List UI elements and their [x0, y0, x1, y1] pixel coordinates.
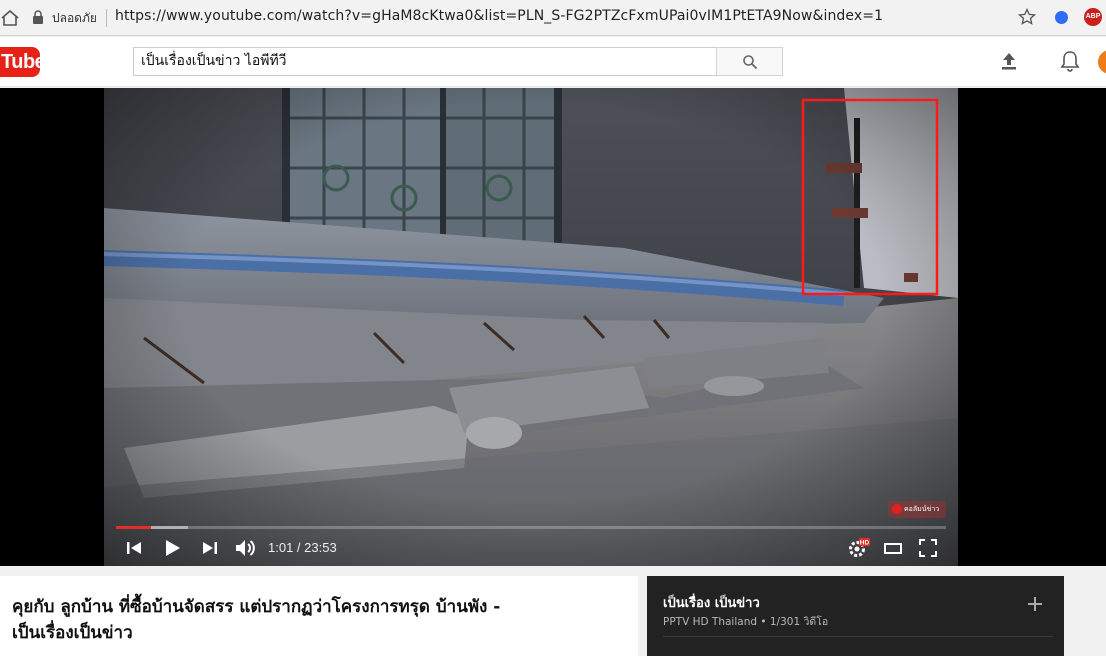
extension-icon[interactable] — [1055, 11, 1068, 24]
progress-bar[interactable] — [116, 526, 946, 529]
progress-played — [116, 526, 152, 529]
hd-badge: HD — [860, 540, 870, 547]
upload-icon[interactable] — [998, 50, 1020, 72]
playlist-divider — [663, 636, 1053, 637]
time-display: 1:01 / 23:53 — [268, 540, 337, 555]
previous-button[interactable] — [124, 536, 144, 560]
search-input[interactable]: เป็นเรื่องเป็นข่าว ไอพีทีวี — [133, 47, 717, 76]
browser-address-bar: ปลอดภัย https://www.youtube.com/watch?v=… — [0, 0, 1106, 36]
video-player: คอลัมน์ข่าว 1:01 / 23:53 HD — [0, 88, 1106, 566]
next-button[interactable] — [200, 536, 220, 560]
settings-gear-icon[interactable]: HD — [846, 536, 870, 560]
playlist-title[interactable]: เป็นเรื่อง เป็นข่าว — [663, 592, 760, 613]
youtube-logo[interactable]: Tube — [0, 47, 46, 77]
url-divider — [106, 9, 107, 27]
theater-mode-button[interactable] — [882, 536, 904, 560]
video-frame[interactable] — [104, 88, 958, 566]
lock-icon[interactable] — [32, 10, 44, 24]
add-playlist-icon[interactable] — [1027, 596, 1043, 612]
account-avatar[interactable] — [1098, 50, 1106, 74]
search-icon — [743, 55, 758, 70]
video-title: คุยกับ ลูกบ้าน ที่ซื้อบ้านจัดสรร แต่ปราก… — [12, 597, 501, 643]
youtube-masthead: Tube เป็นเรื่องเป็นข่าว ไอพีทีวี — [0, 37, 1106, 87]
playlist-panel: เป็นเรื่อง เป็นข่าว PPTV HD Thailand • 1… — [647, 576, 1064, 656]
bookmark-star-icon[interactable] — [1018, 8, 1036, 26]
fullscreen-button[interactable] — [917, 536, 939, 560]
adblock-plus-icon[interactable]: ABP — [1084, 8, 1102, 26]
volume-icon[interactable] — [233, 536, 257, 560]
search-button[interactable] — [716, 47, 783, 76]
secure-label[interactable]: ปลอดภัย — [52, 9, 97, 28]
home-icon[interactable] — [0, 8, 20, 28]
notifications-bell-icon[interactable] — [1059, 49, 1081, 73]
playlist-meta: PPTV HD Thailand • 1/301 วิดีโอ — [663, 616, 829, 628]
channel-watermark[interactable]: คอลัมน์ข่าว — [888, 501, 946, 518]
url-field[interactable]: https://www.youtube.com/watch?v=gHaM8cKt… — [115, 8, 883, 24]
video-info-card: คุยกับ ลูกบ้าน ที่ซื้อบ้านจัดสรร แต่ปราก… — [0, 576, 638, 656]
play-button[interactable] — [161, 536, 183, 560]
video-scene-image — [104, 88, 958, 566]
